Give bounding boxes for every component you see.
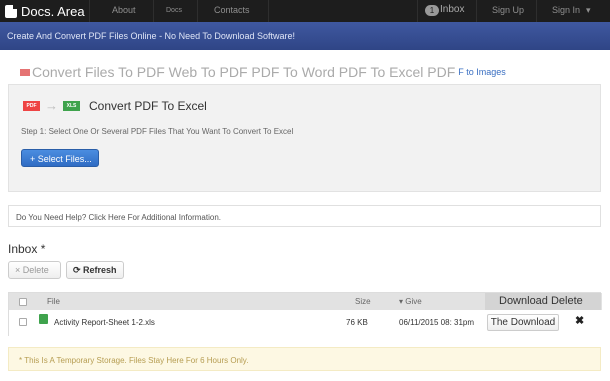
- nav-sign-in[interactable]: Sign In: [552, 5, 580, 15]
- nav-divider: [89, 0, 90, 22]
- nav-divider: [197, 0, 198, 22]
- chevron-down-icon[interactable]: ▾: [586, 5, 591, 16]
- column-download-delete: Download Delete: [485, 293, 601, 310]
- refresh-button[interactable]: ⟳ Refresh: [66, 261, 124, 279]
- xls-file-icon: XLS: [63, 100, 80, 111]
- delete-x-icon[interactable]: ✖: [575, 314, 584, 327]
- converter-title: Convert PDF To Excel: [89, 98, 207, 113]
- nav-divider: [536, 0, 537, 22]
- help-box[interactable]: Do You Need Help? Click Here For Additio…: [8, 205, 601, 227]
- tagline-banner: Create And Convert PDF Files Online - No…: [0, 22, 610, 50]
- refresh-button-label: ⟳ Refresh: [73, 264, 117, 275]
- files-table: File Size ▾ Give Download Delete Activit…: [8, 292, 602, 336]
- delete-button-label: × Delete: [15, 265, 49, 275]
- converter-header: PDF → XLS Convert PDF To Excel: [23, 98, 207, 113]
- nav-about[interactable]: About: [112, 5, 136, 15]
- download-button[interactable]: The Download: [487, 314, 559, 331]
- storage-notice-text: * This Is A Temporary Storage. Files Sta…: [19, 356, 249, 365]
- delete-button[interactable]: × Delete: [8, 261, 61, 279]
- column-file[interactable]: File: [47, 297, 60, 306]
- pdf-file-icon: PDF: [23, 100, 40, 111]
- file-name[interactable]: Activity Report-Sheet 1-2.xls: [54, 318, 155, 327]
- inbox-title: Inbox *: [8, 242, 46, 256]
- nav-divider: [417, 0, 418, 22]
- table-row: Activity Report-Sheet 1-2.xls 76 KB 06/1…: [9, 310, 602, 336]
- column-give[interactable]: ▾ Give: [399, 297, 422, 306]
- pdf-to-images-link[interactable]: F to Images: [458, 67, 506, 77]
- row-checkbox[interactable]: [19, 318, 27, 326]
- document-icon: [5, 4, 17, 18]
- arrow-right-icon: →: [45, 98, 58, 113]
- brand-logo[interactable]: Docs. Area: [5, 3, 85, 19]
- xls-file-icon: [39, 314, 48, 324]
- brand-name: Docs. Area: [21, 3, 85, 19]
- file-size: 76 KB: [346, 318, 368, 327]
- table-header: File Size ▾ Give Download Delete: [9, 293, 602, 310]
- tagline-text: Create And Convert PDF Files Online - No…: [7, 31, 295, 41]
- nav-inbox[interactable]: Inbox: [440, 4, 464, 15]
- help-link[interactable]: Do You Need Help? Click Here For Additio…: [16, 213, 221, 222]
- nav-contacts[interactable]: Contacts: [214, 5, 250, 15]
- select-all-checkbox[interactable]: [19, 298, 27, 306]
- top-navbar: Docs. Area About Docs Contacts 1 Inbox S…: [0, 0, 610, 22]
- pdf-icon: [20, 68, 30, 76]
- step-instructions: Step 1: Select One Or Several PDF Files …: [21, 127, 294, 136]
- column-size[interactable]: Size: [355, 297, 371, 306]
- select-files-button[interactable]: + Select Files...: [21, 149, 99, 167]
- nav-sign-up[interactable]: Sign Up: [492, 5, 524, 15]
- converter-panel: PDF → XLS Convert PDF To Excel Step 1: S…: [8, 84, 601, 192]
- nav-docs[interactable]: Docs: [166, 7, 182, 14]
- converter-tabs: Convert Files To PDF Web To PDF PDF To W…: [20, 63, 506, 81]
- nav-divider: [476, 0, 477, 22]
- file-date: 06/11/2015 08: 31pm: [399, 318, 475, 327]
- nav-divider: [268, 0, 269, 22]
- inbox-count-badge: 1: [425, 5, 439, 16]
- converter-tabs-text[interactable]: Convert Files To PDF Web To PDF PDF To W…: [32, 64, 455, 80]
- nav-divider: [153, 0, 154, 22]
- storage-notice: * This Is A Temporary Storage. Files Sta…: [8, 347, 601, 371]
